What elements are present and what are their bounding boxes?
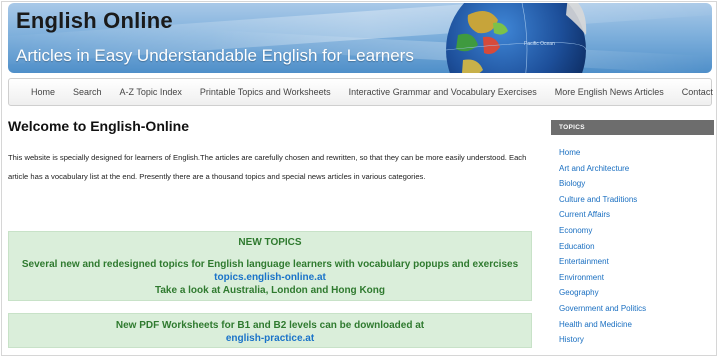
- nav-search[interactable]: Search: [64, 87, 111, 97]
- worksheets-box: New PDF Worksheets for B1 and B2 levels …: [8, 313, 532, 348]
- sidebar-item: Culture and Traditions: [551, 191, 714, 207]
- sidebar-item: Education: [551, 238, 714, 254]
- sidebar-item-entertainment[interactable]: Entertainment: [559, 257, 609, 266]
- sidebar-item: Entertainment: [551, 253, 714, 269]
- sidebar-item-current-affairs[interactable]: Current Affairs: [559, 210, 610, 219]
- sidebar-item-art-architecture[interactable]: Art and Architecture: [559, 164, 629, 173]
- sidebar-item-culture-traditions[interactable]: Culture and Traditions: [559, 195, 637, 204]
- sidebar-item: History: [551, 331, 714, 347]
- sidebar-item: Art and Architecture: [551, 160, 714, 176]
- sidebar-item: Government and Politics: [551, 300, 714, 316]
- sidebar-item: Geography: [551, 284, 714, 300]
- sidebar-item-health-medicine[interactable]: Health and Medicine: [559, 320, 632, 329]
- topics-sidebar: TOPICS Home Art and Architecture Biology…: [551, 120, 714, 347]
- sidebar-item-biology[interactable]: Biology: [559, 179, 585, 188]
- sidebar-item: Economy: [551, 222, 714, 238]
- new-topics-description: Several new and redesigned topics for En…: [21, 259, 519, 270]
- site-subtitle: Articles in Easy Understandable English …: [16, 46, 414, 65]
- main-nav: Home Search A-Z Topic Index Printable To…: [8, 78, 713, 106]
- sidebar-item: Current Affairs: [551, 206, 714, 222]
- sidebar-item: Environment: [551, 269, 714, 285]
- new-topics-link[interactable]: topics.english-online.at: [214, 272, 326, 283]
- site-title: English Online: [16, 8, 173, 33]
- nav-more-news[interactable]: More English News Articles: [546, 87, 673, 97]
- globe-label: Pacific Ocean: [524, 41, 555, 47]
- main-content: Welcome to English-Online This website i…: [8, 118, 536, 186]
- nav-az-topic-index[interactable]: A-Z Topic Index: [111, 87, 191, 97]
- sidebar-item-economy[interactable]: Economy: [559, 226, 592, 235]
- sidebar-item: Home: [551, 144, 714, 160]
- sidebar-item-history[interactable]: History: [559, 335, 584, 344]
- new-topics-heading: NEW TOPICS: [238, 237, 302, 248]
- sidebar-item-home[interactable]: Home: [559, 148, 580, 157]
- new-topics-box: NEW TOPICS Several new and redesigned to…: [8, 231, 532, 301]
- sidebar-item: Biology: [551, 175, 714, 191]
- worksheets-link-line: english-practice.at: [9, 332, 531, 345]
- sidebar-item-government-politics[interactable]: Government and Politics: [559, 304, 646, 313]
- nav-printable-topics[interactable]: Printable Topics and Worksheets: [191, 87, 340, 97]
- sidebar-item-geography[interactable]: Geography: [559, 288, 599, 297]
- new-topics-text: Several new and redesigned topics for En…: [9, 258, 531, 284]
- intro-text: This website is specially designed for l…: [8, 153, 527, 181]
- globe-icon: Pacific Ocean: [445, 3, 587, 73]
- worksheets-text: New PDF Worksheets for B1 and B2 levels …: [115, 320, 425, 331]
- sidebar-item: Health and Medicine: [551, 316, 714, 332]
- topics-list: Home Art and Architecture Biology Cultur…: [551, 144, 714, 347]
- nav-interactive-exercises[interactable]: Interactive Grammar and Vocabulary Exerc…: [340, 87, 546, 97]
- sidebar-item-environment[interactable]: Environment: [559, 273, 604, 282]
- worksheets-link[interactable]: english-practice.at: [226, 333, 314, 344]
- sidebar-item-education[interactable]: Education: [559, 242, 595, 251]
- page-title: Welcome to English-Online: [8, 118, 189, 134]
- nav-home[interactable]: Home: [22, 87, 64, 97]
- sidebar-heading: TOPICS: [551, 120, 714, 135]
- header-banner: Pacific Ocean English Online Articles in…: [8, 3, 712, 73]
- new-topics-tagline: Take a look at Australia, London and Hon…: [154, 285, 385, 296]
- nav-contact[interactable]: Contact: [673, 87, 720, 97]
